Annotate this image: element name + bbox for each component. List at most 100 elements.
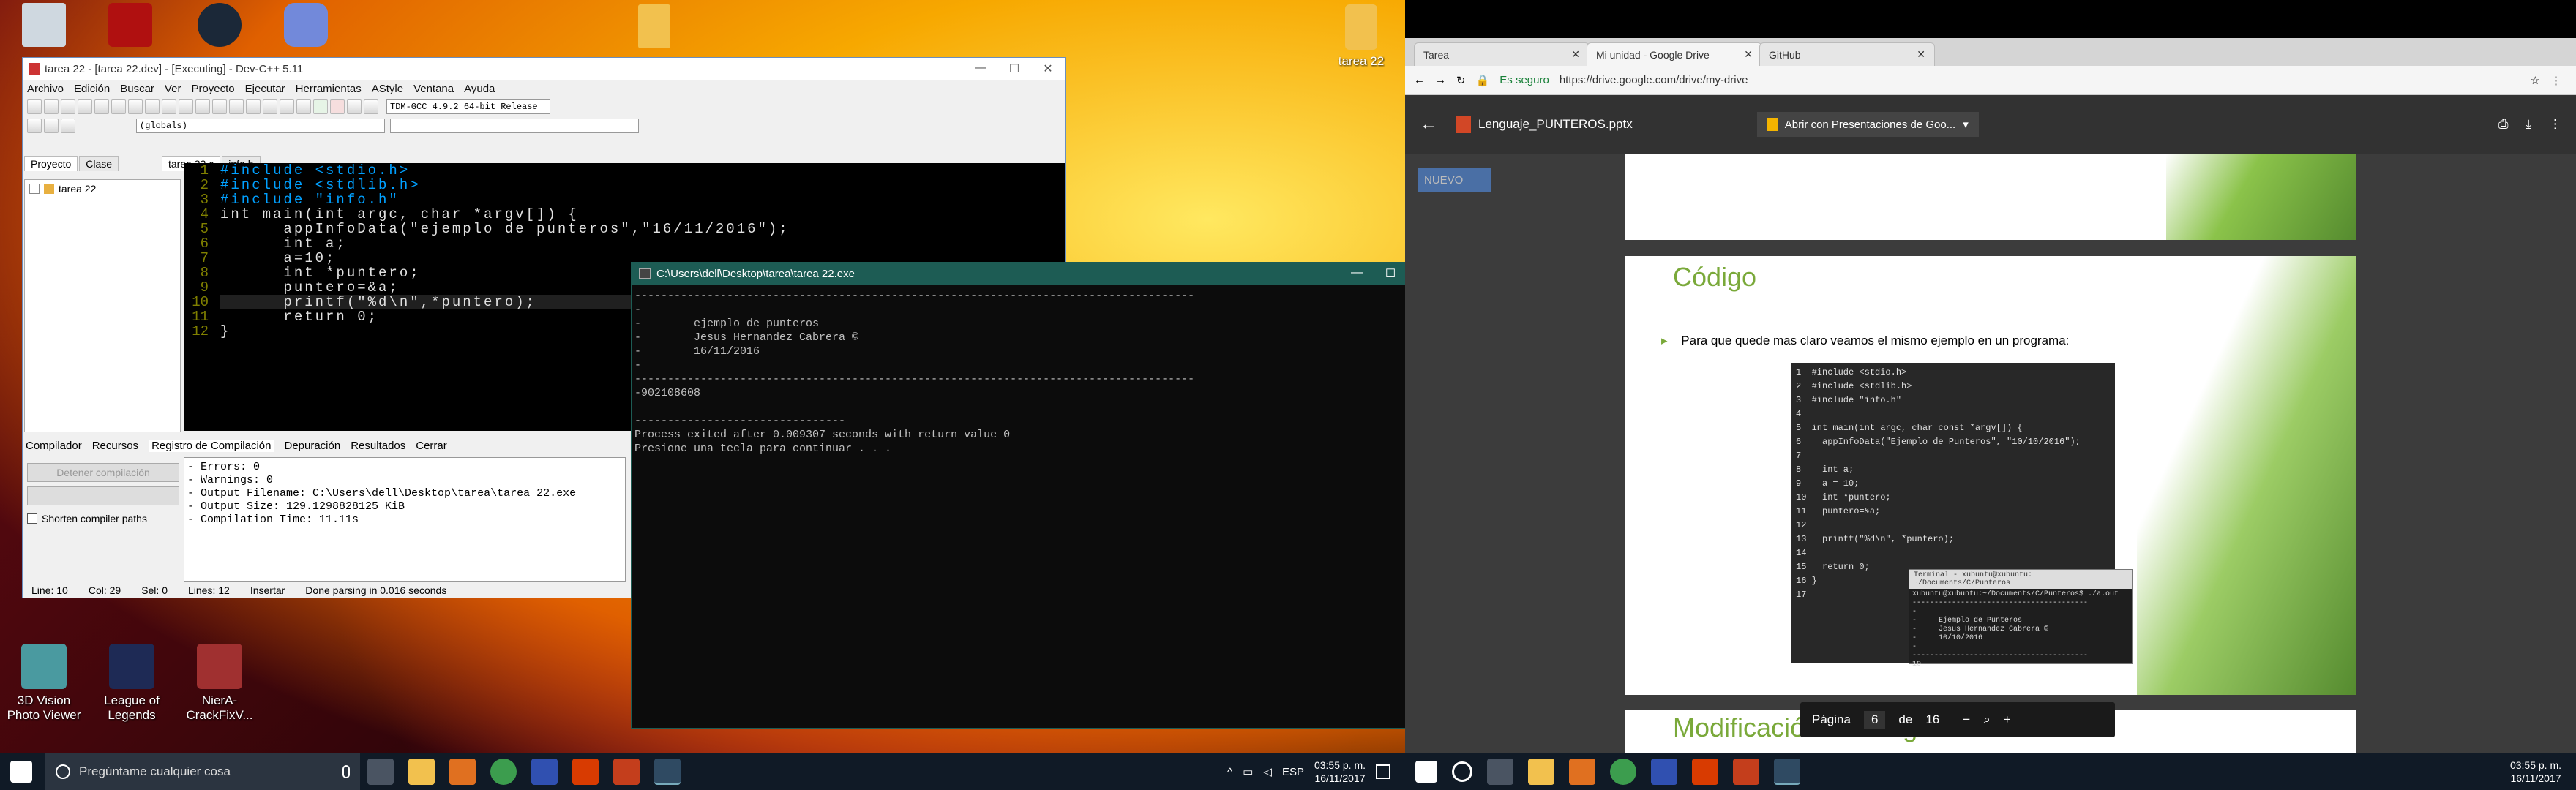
save-icon[interactable]: [61, 99, 75, 114]
minimize-button[interactable]: —: [1340, 266, 1374, 281]
goto-icon[interactable]: [195, 99, 210, 114]
steam-icon[interactable]: [198, 3, 242, 47]
zoom-icon[interactable]: ⌕: [1983, 712, 1991, 727]
replace-icon[interactable]: [179, 99, 193, 114]
chrome-icon[interactable]: [490, 759, 517, 785]
close-file-icon[interactable]: [94, 99, 109, 114]
close-icon[interactable]: ✕: [1571, 48, 1580, 61]
close-icon[interactable]: ✕: [1917, 48, 1925, 61]
tab-cerrar[interactable]: Cerrar: [416, 440, 447, 452]
star-icon[interactable]: ☆: [2531, 74, 2540, 87]
menu-edicion[interactable]: Edición: [74, 83, 110, 95]
abort-compilation-button[interactable]: Detener compilación: [27, 463, 179, 482]
menu-astyle[interactable]: AStyle: [372, 83, 403, 95]
desktop-folder-tarea[interactable]: tarea 22: [1317, 4, 1405, 69]
maximize-button[interactable]: ☐: [1374, 266, 1405, 281]
office-icon[interactable]: [572, 759, 599, 785]
function-select[interactable]: [390, 118, 639, 133]
back-arrow-icon[interactable]: ←: [1420, 114, 1437, 135]
open-with-button[interactable]: Abrir con Presentaciones de Goo... ▾: [1756, 112, 1979, 137]
menu-herramientas[interactable]: Herramientas: [296, 83, 362, 95]
tab-compilador[interactable]: Compilador: [26, 440, 82, 452]
code-line[interactable]: #include "info.h": [220, 192, 1065, 207]
tab-tarea[interactable]: Tarea ✕: [1414, 42, 1590, 66]
menu-archivo[interactable]: Archivo: [27, 83, 64, 95]
windows-start-icon[interactable]: [10, 761, 32, 783]
code-line[interactable]: #include <stdio.h>: [220, 163, 1065, 178]
file-explorer-icon[interactable]: [1528, 759, 1554, 785]
compile-icon[interactable]: [246, 99, 261, 114]
discord-icon[interactable]: [284, 3, 328, 47]
devcpp-taskbar-icon[interactable]: [531, 759, 558, 785]
devcpp-taskbar-icon[interactable]: [1651, 759, 1677, 785]
media-player-icon[interactable]: [449, 759, 476, 785]
menu-icon[interactable]: ⋮: [2550, 74, 2561, 87]
console-taskbar-icon[interactable]: [654, 759, 681, 785]
task-view-icon[interactable]: [1487, 759, 1513, 785]
cortana-search[interactable]: Pregúntame cualquier cosa: [45, 753, 360, 790]
recycle-bin-icon[interactable]: [22, 3, 66, 47]
media-player-icon[interactable]: [1569, 759, 1595, 785]
shorten-paths-option[interactable]: Shorten compiler paths: [27, 513, 147, 524]
reload-icon[interactable]: ↻: [1456, 74, 1466, 87]
language-indicator[interactable]: ESP: [1282, 766, 1304, 778]
menu-ayuda[interactable]: Ayuda: [464, 83, 495, 95]
tab-resultados[interactable]: Resultados: [351, 440, 405, 452]
console-taskbar-icon[interactable]: [1774, 759, 1800, 785]
stop-icon[interactable]: [330, 99, 345, 114]
chrome-icon[interactable]: [1610, 759, 1636, 785]
powerpoint-icon[interactable]: [1733, 759, 1759, 785]
desktop-icon-nier[interactable]: NierA-CrackFixV...: [176, 644, 263, 723]
tray-arrow-icon[interactable]: ^: [1227, 766, 1232, 778]
code-line[interactable]: #include <stdlib.h>: [220, 178, 1065, 192]
back-icon[interactable]: ←: [1414, 74, 1425, 86]
powerpoint-icon[interactable]: [613, 759, 640, 785]
url-input[interactable]: https://drive.google.com/drive/my-drive: [1560, 74, 1748, 86]
microphone-icon[interactable]: [342, 765, 350, 778]
desktop-icon-lol[interactable]: League of Legends: [88, 644, 176, 723]
office-icon[interactable]: [1692, 759, 1718, 785]
close-button[interactable]: ✕: [1031, 61, 1065, 76]
expand-icon[interactable]: [29, 184, 40, 194]
desktop-icon-3dvision[interactable]: 3D Vision Photo Viewer: [0, 644, 88, 723]
goto-bookmark-icon[interactable]: [61, 118, 75, 133]
menu-ventana[interactable]: Ventana: [413, 83, 454, 95]
print-icon[interactable]: ⎙: [2498, 117, 2509, 132]
cortana-icon[interactable]: [1452, 761, 1472, 782]
clock[interactable]: 03:55 p. m. 16/11/2017: [2510, 759, 2561, 785]
tab-recursos[interactable]: Recursos: [92, 440, 138, 452]
debug-icon[interactable]: [364, 99, 378, 114]
project-item[interactable]: tarea 22: [25, 180, 180, 198]
options-icon[interactable]: [347, 99, 362, 114]
tab-depuracion[interactable]: Depuración: [284, 440, 340, 452]
undo-icon[interactable]: [128, 99, 143, 114]
volume-icon[interactable]: ◁: [1263, 765, 1272, 778]
download-icon[interactable]: ⤓: [2526, 117, 2531, 132]
insert-icon[interactable]: [27, 118, 42, 133]
console-titlebar[interactable]: C:\Users\dell\Desktop\tarea\tarea 22.exe…: [632, 263, 1405, 285]
print-icon[interactable]: [111, 99, 126, 114]
tab-registro[interactable]: Registro de Compilación: [149, 439, 274, 452]
tab-drive[interactable]: Mi unidad - Google Drive ✕: [1587, 42, 1762, 66]
tab-clase[interactable]: Clase: [79, 156, 119, 171]
notifications-icon[interactable]: [1376, 764, 1390, 779]
menu-proyecto[interactable]: Proyecto: [191, 83, 234, 95]
menu-ver[interactable]: Ver: [165, 83, 181, 95]
run-icon[interactable]: [263, 99, 277, 114]
task-view-icon[interactable]: [367, 759, 394, 785]
indent-icon[interactable]: [212, 99, 227, 114]
pdf-app-icon[interactable]: [108, 3, 152, 47]
clock[interactable]: 03:55 p. m. 16/11/2017: [1314, 759, 1366, 785]
rebuild-icon[interactable]: [296, 99, 311, 114]
folder-icon[interactable]: [638, 4, 670, 48]
file-explorer-icon[interactable]: [408, 759, 435, 785]
code-line[interactable]: appInfoData("ejemplo de punteros","16/11…: [220, 222, 1065, 236]
compiler-select[interactable]: TDM-GCC 4.9.2 64-bit Release: [386, 99, 550, 114]
unindent-icon[interactable]: [229, 99, 244, 114]
zoom-out-icon[interactable]: −: [1963, 712, 1970, 727]
chevron-down-icon[interactable]: ▾: [1963, 118, 1969, 131]
more-icon[interactable]: ⋮: [2549, 117, 2561, 132]
save-all-icon[interactable]: [78, 99, 92, 114]
tab-proyecto[interactable]: Proyecto: [24, 156, 78, 171]
new-file-icon[interactable]: [27, 99, 42, 114]
